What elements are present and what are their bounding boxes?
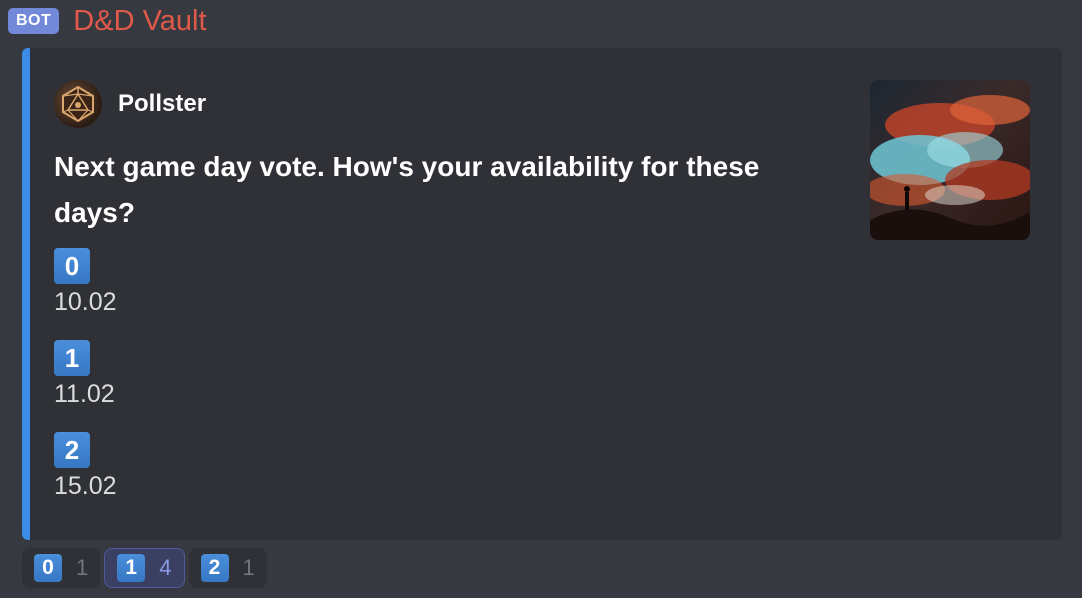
poll-option: 0 10.02 bbox=[54, 248, 117, 317]
reaction-count: 1 bbox=[76, 555, 89, 580]
poll-option: 1 11.02 bbox=[54, 340, 115, 409]
reaction-count: 1 bbox=[242, 555, 255, 580]
bot-username[interactable]: D&D Vault bbox=[73, 5, 206, 38]
poll-option-label: 10.02 bbox=[54, 288, 117, 316]
keycap-0-icon: 0 bbox=[34, 554, 62, 582]
keycap-2-icon: 2 bbox=[54, 432, 90, 468]
keycap-1-icon: 1 bbox=[54, 340, 90, 376]
poll-option: 2 15.02 bbox=[54, 432, 117, 501]
d20-dice-icon bbox=[54, 80, 102, 128]
poll-embed: Pollster Next game day vote. How's your … bbox=[22, 48, 1062, 540]
keycap-1-icon: 1 bbox=[117, 554, 146, 582]
embed-author: Pollster bbox=[54, 80, 206, 128]
reaction-count: 4 bbox=[159, 555, 172, 580]
reaction-button-0[interactable]: 0 1 bbox=[22, 548, 101, 588]
embed-thumbnail[interactable] bbox=[870, 80, 1030, 240]
bot-tag: BOT bbox=[8, 8, 60, 34]
reaction-button-1[interactable]: 1 4 bbox=[104, 548, 185, 588]
keycap-2-icon: 2 bbox=[200, 554, 229, 582]
reaction-bar: 0 1 1 4 2 1 bbox=[22, 548, 267, 588]
embed-author-name[interactable]: Pollster bbox=[118, 90, 206, 118]
poll-option-label: 15.02 bbox=[54, 472, 117, 500]
reaction-button-2[interactable]: 2 1 bbox=[188, 548, 267, 588]
message-header: BOT D&D Vault bbox=[8, 4, 207, 38]
poll-question: Next game day vote. How's your availabil… bbox=[54, 151, 760, 228]
keycap-0-icon: 0 bbox=[54, 248, 90, 284]
poll-option-label: 11.02 bbox=[54, 380, 115, 408]
